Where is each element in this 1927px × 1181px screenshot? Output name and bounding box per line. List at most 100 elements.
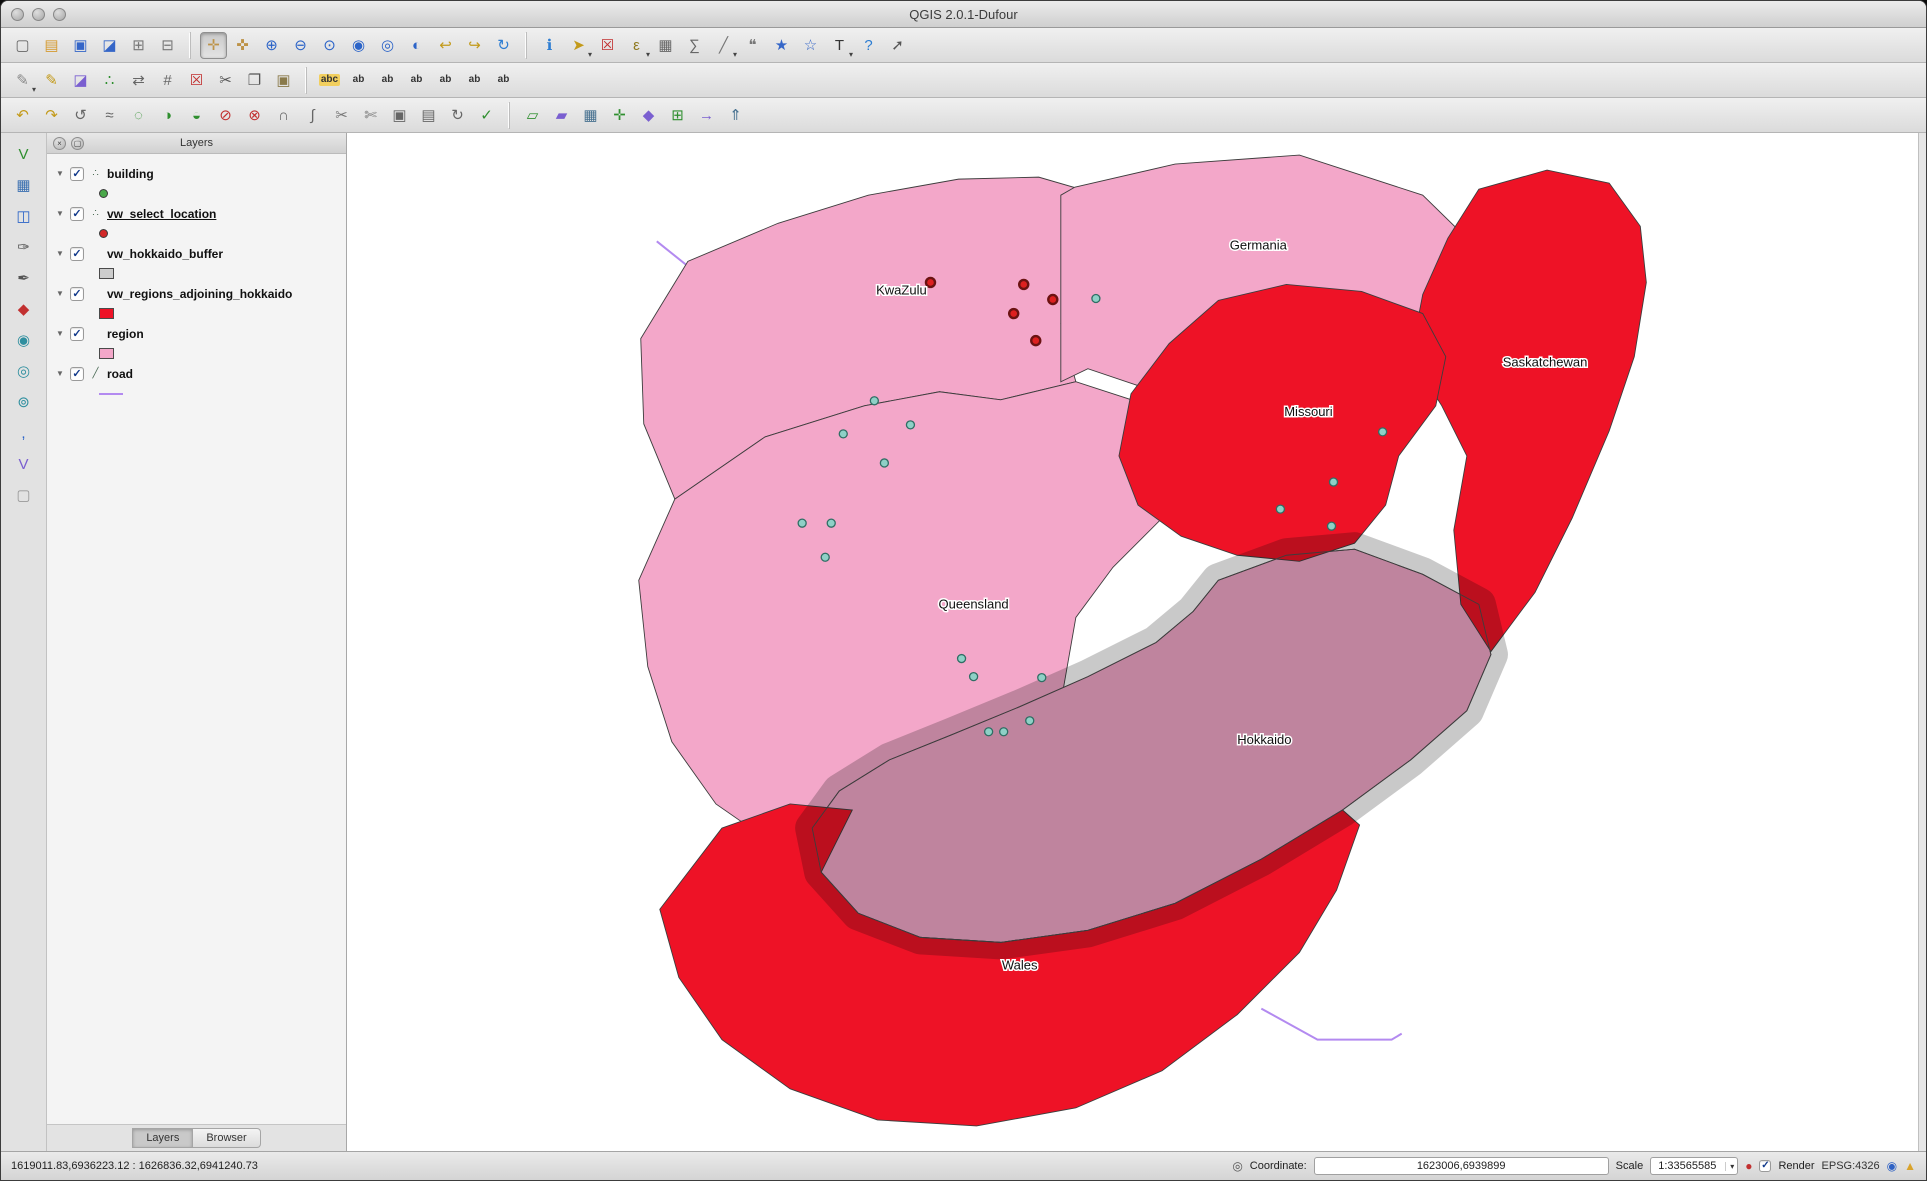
show-hide-labels[interactable]: ab bbox=[461, 67, 488, 94]
new-project[interactable]: ▢ bbox=[9, 32, 36, 59]
whats-this[interactable]: ➚ bbox=[884, 32, 911, 59]
move-feature[interactable]: ⇄ bbox=[125, 67, 152, 94]
zoom-in[interactable]: ⊕ bbox=[258, 32, 285, 59]
stop-render-icon[interactable]: ● bbox=[1745, 1159, 1752, 1173]
expander-icon[interactable]: ▼ bbox=[55, 209, 65, 218]
add-oracle-layer[interactable]: ◆ bbox=[11, 296, 37, 322]
paste-features[interactable]: ▣ bbox=[270, 67, 297, 94]
layer-visibility-checkbox[interactable]: ✓ bbox=[70, 167, 84, 181]
minimize-window-button[interactable] bbox=[32, 8, 45, 21]
scale-combo[interactable]: 1:33565585 ▾ bbox=[1650, 1157, 1738, 1175]
simplify-feature[interactable]: ≈ bbox=[96, 102, 123, 129]
save-project[interactable]: ▣ bbox=[67, 32, 94, 59]
new-spatialite-layer[interactable]: ▰ bbox=[548, 102, 575, 129]
delete-part[interactable]: ⊗ bbox=[241, 102, 268, 129]
titlebar[interactable]: QGIS 2.0.1-Dufour bbox=[1, 1, 1926, 28]
save-project-as[interactable]: ◪ bbox=[96, 32, 123, 59]
reshape-features[interactable]: ∩ bbox=[270, 102, 297, 129]
layer-visibility-checkbox[interactable]: ✓ bbox=[70, 247, 84, 261]
pin-labels[interactable]: ab bbox=[345, 67, 372, 94]
redo[interactable]: ↷ bbox=[38, 102, 65, 129]
coordinate-input[interactable] bbox=[1314, 1157, 1609, 1175]
render-checkbox[interactable]: ✓ bbox=[1759, 1160, 1771, 1172]
expander-icon[interactable]: ▼ bbox=[55, 329, 65, 338]
pan-to-selection[interactable]: ✜ bbox=[229, 32, 256, 59]
metasearch[interactable]: ◆ bbox=[635, 102, 662, 129]
text-annotation[interactable]: T bbox=[826, 32, 853, 59]
add-delimited-text-layer[interactable]: , bbox=[11, 420, 37, 446]
delete-ring[interactable]: ⊘ bbox=[212, 102, 239, 129]
move-label[interactable]: ab bbox=[403, 67, 430, 94]
help-contents[interactable]: ? bbox=[855, 32, 882, 59]
refresh-map[interactable]: ↻ bbox=[490, 32, 517, 59]
composer-manager[interactable]: ⊟ bbox=[154, 32, 181, 59]
messages-button[interactable]: ▲ bbox=[1904, 1159, 1916, 1173]
layer-visibility-checkbox[interactable]: ✓ bbox=[70, 327, 84, 341]
zoom-out[interactable]: ⊖ bbox=[287, 32, 314, 59]
expander-icon[interactable]: ▼ bbox=[55, 289, 65, 298]
open-project[interactable]: ▤ bbox=[38, 32, 65, 59]
layer-visibility-checkbox[interactable]: ✓ bbox=[70, 367, 84, 381]
highlight-pinned-labels[interactable]: ab bbox=[374, 67, 401, 94]
pan-map[interactable]: ✛ bbox=[200, 32, 227, 59]
save-layer-edits[interactable]: ◪ bbox=[67, 67, 94, 94]
add-postgis-layer[interactable]: ◫ bbox=[11, 203, 37, 229]
change-label-properties[interactable]: ab bbox=[490, 67, 517, 94]
layer-visibility-checkbox[interactable]: ✓ bbox=[70, 287, 84, 301]
expander-icon[interactable]: ▼ bbox=[55, 369, 65, 378]
add-wcs-layer[interactable]: ◎ bbox=[11, 358, 37, 384]
zoom-next[interactable]: ↪ bbox=[461, 32, 488, 59]
db-manager[interactable]: ▦ bbox=[577, 102, 604, 129]
zoom-to-layer[interactable]: ◐ bbox=[403, 32, 430, 59]
raster-calculator[interactable]: ⇑ bbox=[722, 102, 749, 129]
new-shapefile-layer[interactable]: ▱ bbox=[519, 102, 546, 129]
new-bookmark[interactable]: ★ bbox=[768, 32, 795, 59]
add-raster-layer[interactable]: ▦ bbox=[11, 172, 37, 198]
select-features[interactable]: ➤ bbox=[565, 32, 592, 59]
layer-vw-hokkaido-buffer[interactable]: ▼ ✓ vw_hokkaido_buffer bbox=[51, 242, 342, 265]
select-by-expression[interactable]: ε bbox=[623, 32, 650, 59]
add-ring[interactable]: ◌ bbox=[125, 102, 152, 129]
rotate-label[interactable]: ab bbox=[432, 67, 459, 94]
offset-curve[interactable]: ∫ bbox=[299, 102, 326, 129]
road-graph[interactable]: → bbox=[693, 102, 720, 129]
add-mssql-layer[interactable]: ✒ bbox=[11, 265, 37, 291]
layer-labeling-options[interactable]: abc bbox=[316, 67, 343, 94]
node-tool[interactable]: # bbox=[154, 67, 181, 94]
deselect-features[interactable]: ☒ bbox=[594, 32, 621, 59]
expander-icon[interactable]: ▼ bbox=[55, 169, 65, 178]
identify-features[interactable]: ℹ bbox=[536, 32, 563, 59]
add-wfs-layer[interactable]: ⊚ bbox=[11, 389, 37, 415]
georeferencer[interactable]: ✛ bbox=[606, 102, 633, 129]
layer-road[interactable]: ▼ ✓ ╱ road bbox=[51, 362, 342, 385]
add-feature[interactable]: ∴ bbox=[96, 67, 123, 94]
field-calculator[interactable]: ∑ bbox=[681, 32, 708, 59]
mouse-position-icon[interactable]: ◎ bbox=[1232, 1159, 1242, 1173]
fill-ring[interactable]: ◒ bbox=[183, 102, 210, 129]
panel-close-button[interactable]: × bbox=[53, 137, 66, 150]
crs-status-button[interactable]: ◉ bbox=[1887, 1159, 1897, 1173]
new-print-composer[interactable]: ⊞ bbox=[125, 32, 152, 59]
rotate-feature[interactable]: ↺ bbox=[67, 102, 94, 129]
zoom-full-extent[interactable]: ◉ bbox=[345, 32, 372, 59]
close-window-button[interactable] bbox=[11, 8, 24, 21]
layer-region[interactable]: ▼ ✓ region bbox=[51, 322, 342, 345]
create-shapefile-layer[interactable]: V bbox=[11, 451, 37, 477]
add-vector-layer[interactable]: V bbox=[11, 141, 37, 167]
merge-features[interactable]: ▣ bbox=[386, 102, 413, 129]
layer-vw-regions-adjoining-hokkaido[interactable]: ▼ ✓ vw_regions_adjoining_hokkaido bbox=[51, 282, 342, 305]
layer-building[interactable]: ▼ ✓ ∴ building bbox=[51, 162, 342, 185]
zoom-to-selection[interactable]: ◎ bbox=[374, 32, 401, 59]
add-spatialite-layer[interactable]: ✑ bbox=[11, 234, 37, 260]
map-canvas[interactable]: KwaZuluGermaniaSaskatchewanMissouriQueen… bbox=[347, 133, 1918, 1151]
topology-checker[interactable]: ⊞ bbox=[664, 102, 691, 129]
undo[interactable]: ↶ bbox=[9, 102, 36, 129]
tab-layers[interactable]: Layers bbox=[132, 1128, 193, 1148]
open-attribute-table[interactable]: ▦ bbox=[652, 32, 679, 59]
copy-features[interactable]: ❐ bbox=[241, 67, 268, 94]
measure[interactable]: ╱ bbox=[710, 32, 737, 59]
add-part[interactable]: ◑ bbox=[154, 102, 181, 129]
merge-attributes[interactable]: ▤ bbox=[415, 102, 442, 129]
cut-features[interactable]: ✂ bbox=[212, 67, 239, 94]
zoom-last[interactable]: ↩ bbox=[432, 32, 459, 59]
